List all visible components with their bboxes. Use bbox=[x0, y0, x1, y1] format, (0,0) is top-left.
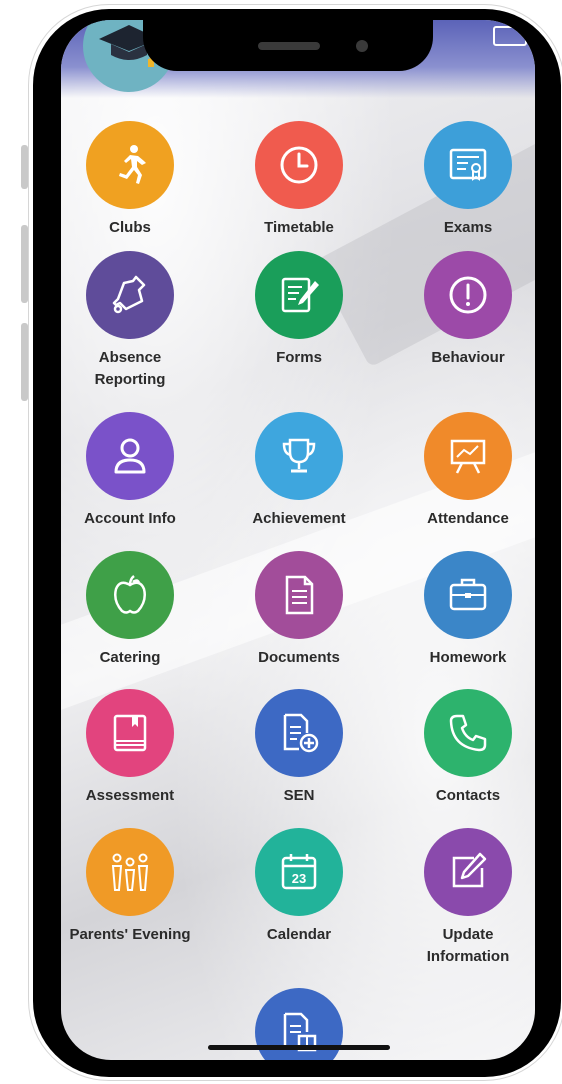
document-plus-icon bbox=[283, 713, 319, 753]
tile-exams[interactable]: Exams bbox=[393, 121, 543, 239]
tile-parents-evening[interactable]: Parents' Evening bbox=[55, 828, 205, 946]
tile-timetable[interactable]: Timetable bbox=[224, 121, 374, 239]
tile-label: Homework bbox=[429, 649, 507, 666]
tile-label: Attendance bbox=[427, 510, 509, 527]
front-camera bbox=[356, 40, 368, 52]
tile-circle bbox=[255, 689, 343, 777]
tile-catering[interactable]: Catering bbox=[55, 551, 205, 669]
tile-circle bbox=[424, 412, 512, 500]
tile-label: Assessment bbox=[85, 787, 175, 804]
tile-circle bbox=[424, 251, 512, 339]
tile-update-information[interactable]: Update Information bbox=[393, 828, 543, 968]
volume-up-button[interactable] bbox=[21, 225, 28, 303]
document-icon bbox=[285, 575, 314, 615]
tile-circle bbox=[255, 412, 343, 500]
phone-icon bbox=[449, 714, 487, 752]
presentation-chart-icon bbox=[450, 439, 486, 474]
phone-notch bbox=[143, 9, 433, 71]
tile-circle bbox=[86, 551, 174, 639]
form-pen-icon bbox=[281, 277, 319, 313]
tile-label: Forms bbox=[276, 349, 322, 366]
tile-circle bbox=[255, 551, 343, 639]
book-icon bbox=[113, 714, 147, 752]
volume-down-button[interactable] bbox=[21, 323, 28, 401]
briefcase-icon bbox=[449, 578, 487, 611]
running-person-icon bbox=[119, 145, 146, 184]
tile-sen[interactable]: SEN bbox=[224, 689, 374, 807]
header-menu-icon[interactable] bbox=[493, 26, 527, 46]
tile-forms[interactable]: Forms bbox=[224, 251, 374, 369]
tile-label: Account Info bbox=[84, 510, 176, 527]
tile-label: Timetable bbox=[264, 219, 334, 236]
tile-label: Contacts bbox=[435, 787, 501, 804]
exclamation-icon bbox=[449, 276, 487, 314]
tile-label: Exams bbox=[443, 219, 493, 236]
tile-label: Calendar bbox=[266, 926, 332, 943]
tile-circle bbox=[86, 121, 174, 209]
calendar-icon: 23 bbox=[281, 854, 317, 890]
tile-circle bbox=[424, 551, 512, 639]
tile-label: Update Information bbox=[426, 926, 510, 965]
tile-label: Parents' Evening bbox=[69, 926, 191, 943]
tile-circle bbox=[86, 251, 174, 339]
people-icon bbox=[111, 853, 149, 891]
tile-label: Documents bbox=[258, 649, 340, 666]
tile-label: SEN bbox=[283, 787, 315, 804]
apple-icon bbox=[114, 575, 146, 614]
user-icon bbox=[114, 438, 146, 474]
tile-label: Clubs bbox=[109, 219, 151, 236]
trophy-icon bbox=[282, 438, 316, 473]
clock-icon bbox=[280, 146, 318, 184]
tile-assessment[interactable]: Assessment bbox=[55, 689, 205, 807]
bell-icon bbox=[112, 275, 146, 314]
tile-circle bbox=[255, 121, 343, 209]
tile-label: Behaviour bbox=[431, 349, 505, 366]
tile-clubs[interactable]: Clubs bbox=[55, 121, 205, 239]
tile-documents[interactable]: Documents bbox=[224, 551, 374, 669]
tile-label: Absence Reporting bbox=[94, 349, 166, 388]
tile-circle bbox=[255, 251, 343, 339]
certificate-icon bbox=[449, 148, 487, 181]
tile-circle: 23 bbox=[255, 828, 343, 916]
tile-attendance[interactable]: Attendance bbox=[393, 412, 543, 530]
tile-label: Achievement bbox=[252, 510, 346, 527]
calendar-day: 23 bbox=[292, 871, 306, 886]
tile-calendar[interactable]: 23 Calendar bbox=[224, 828, 374, 946]
phone-speaker bbox=[258, 42, 320, 50]
tile-circle bbox=[86, 689, 174, 777]
tile-behaviour[interactable]: Behaviour bbox=[393, 251, 543, 369]
tile-homework[interactable]: Homework bbox=[393, 551, 543, 669]
tile-label: Catering bbox=[99, 649, 161, 666]
tile-circle bbox=[424, 689, 512, 777]
tile-contacts[interactable]: Contacts bbox=[393, 689, 543, 807]
silent-switch[interactable] bbox=[21, 145, 28, 189]
home-indicator[interactable] bbox=[208, 1045, 390, 1050]
tile-achievement[interactable]: Achievement bbox=[224, 412, 374, 530]
tile-circle bbox=[424, 121, 512, 209]
tile-absence-reporting[interactable]: Absence Reporting bbox=[55, 251, 205, 391]
edit-icon bbox=[452, 852, 487, 888]
tile-circle bbox=[86, 828, 174, 916]
tile-circle bbox=[86, 412, 174, 500]
tile-circle bbox=[424, 828, 512, 916]
tile-account-info[interactable]: Account Info bbox=[55, 412, 205, 530]
